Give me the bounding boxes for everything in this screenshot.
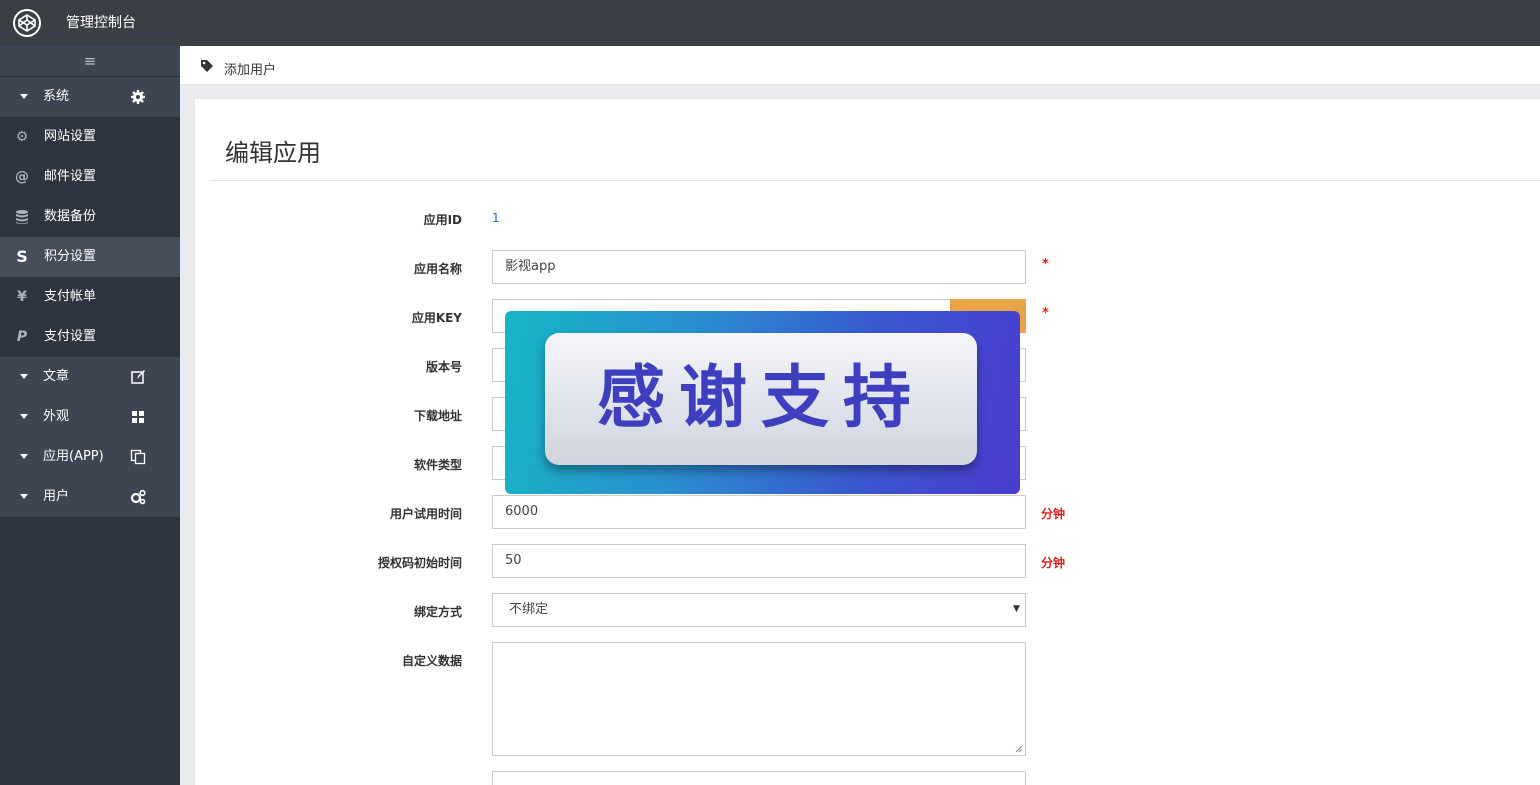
custom-data-label: 自定义数据: [401, 654, 462, 668]
sidebar-item-points-settings[interactable]: S 积分设置: [0, 237, 180, 277]
database-icon: [16, 210, 28, 224]
sidebar: ≡ 系统 ⚙ 网站设置 @ 邮件设置 数据备份 S 积分设置 ¥ 支付帐单 P …: [0, 46, 180, 785]
sidebar-group-label: 文章: [43, 369, 70, 384]
sidebar-item-label: 数据备份: [44, 209, 97, 224]
sidebar-group-label: 应用(APP): [43, 449, 104, 464]
bind-mode-select[interactable]: 不绑定: [492, 593, 1026, 627]
app-name-input[interactable]: 影视app: [492, 250, 1026, 284]
divider: [210, 180, 1540, 181]
app-id-value: 1: [492, 211, 500, 225]
trial-time-input[interactable]: 6000: [492, 495, 1026, 529]
breadcrumb-label: 添加用户: [224, 63, 277, 78]
top-bar: 管理控制台: [0, 0, 1540, 46]
cogs-icon: [130, 489, 146, 505]
thanks-banner-image: 感谢支持: [505, 311, 1020, 494]
sidebar-group-users[interactable]: 用户: [0, 477, 180, 517]
next-field-input[interactable]: [492, 771, 1026, 785]
sidebar-item-data-backup[interactable]: 数据备份: [0, 197, 180, 237]
software-type-label: 软件类型: [413, 458, 462, 472]
tag-icon: [201, 60, 213, 72]
thanks-key-graphic: 感谢支持: [545, 333, 977, 465]
sidebar-group-label: 用户: [43, 489, 70, 504]
auth-init-time-label: 授权码初始时间: [377, 556, 462, 570]
sidebar-group-articles[interactable]: 文章: [0, 357, 180, 397]
sidebar-item-label: 积分设置: [44, 249, 97, 264]
breadcrumb: 添加用户: [180, 46, 1540, 85]
sidebar-item-label: 支付设置: [44, 329, 97, 344]
caret-down-icon: [20, 94, 28, 99]
sidebar-item-payment-settings[interactable]: P 支付设置: [0, 317, 180, 357]
caret-down-icon: [20, 374, 28, 379]
resize-handle-icon[interactable]: [1015, 745, 1023, 753]
caret-down-icon: [20, 494, 28, 499]
sidebar-item-mail-settings[interactable]: @ 邮件设置: [0, 157, 180, 197]
codepen-logo-icon[interactable]: [12, 8, 42, 38]
grid-icon: [132, 411, 144, 423]
trial-time-label: 用户试用时间: [389, 507, 462, 521]
sidebar-group-label: 外观: [43, 409, 70, 424]
chevron-down-icon: ▼: [1013, 604, 1020, 614]
thanks-text: 感谢支持: [596, 359, 925, 438]
sidebar-item-label: 邮件设置: [44, 169, 97, 184]
caret-down-icon: [20, 414, 28, 419]
gear-icon: [131, 90, 145, 104]
version-label: 版本号: [425, 360, 462, 374]
bind-mode-label: 绑定方式: [413, 605, 462, 619]
sidebar-group-system[interactable]: 系统: [0, 77, 180, 117]
page-title: 编辑应用: [225, 139, 321, 167]
at-icon: @: [15, 169, 29, 185]
sidebar-group-appearance[interactable]: 外观: [0, 397, 180, 437]
yen-icon: ¥: [17, 289, 27, 305]
trial-time-unit: 分钟: [1041, 507, 1066, 521]
sidebar-item-label: 支付帐单: [44, 289, 97, 304]
sidebar-group-label: 系统: [43, 89, 70, 104]
auth-init-time-input[interactable]: 50: [492, 544, 1026, 578]
sidebar-item-label: 网站设置: [44, 129, 97, 144]
paypal-icon: P: [16, 329, 28, 345]
app-title: 管理控制台: [66, 15, 136, 31]
gear-icon: ⚙: [15, 129, 29, 145]
hamburger-icon[interactable]: ≡: [0, 46, 180, 77]
auth-init-time-unit: 分钟: [1041, 556, 1066, 570]
download-url-label: 下载地址: [413, 409, 462, 423]
required-mark: *: [1042, 257, 1049, 272]
required-mark: *: [1042, 306, 1049, 321]
s-icon: S: [16, 247, 28, 266]
custom-data-textarea[interactable]: [492, 642, 1026, 756]
copy-icon: [130, 449, 146, 465]
app-id-label: 应用ID: [423, 213, 462, 227]
edit-icon: [131, 370, 145, 384]
sidebar-item-site-settings[interactable]: ⚙ 网站设置: [0, 117, 180, 157]
app-key-label: 应用KEY: [411, 311, 462, 325]
caret-down-icon: [20, 454, 28, 459]
sidebar-item-payment-bills[interactable]: ¥ 支付帐单: [0, 277, 180, 317]
app-name-label: 应用名称: [413, 262, 462, 276]
sidebar-group-apps[interactable]: 应用(APP): [0, 437, 180, 477]
